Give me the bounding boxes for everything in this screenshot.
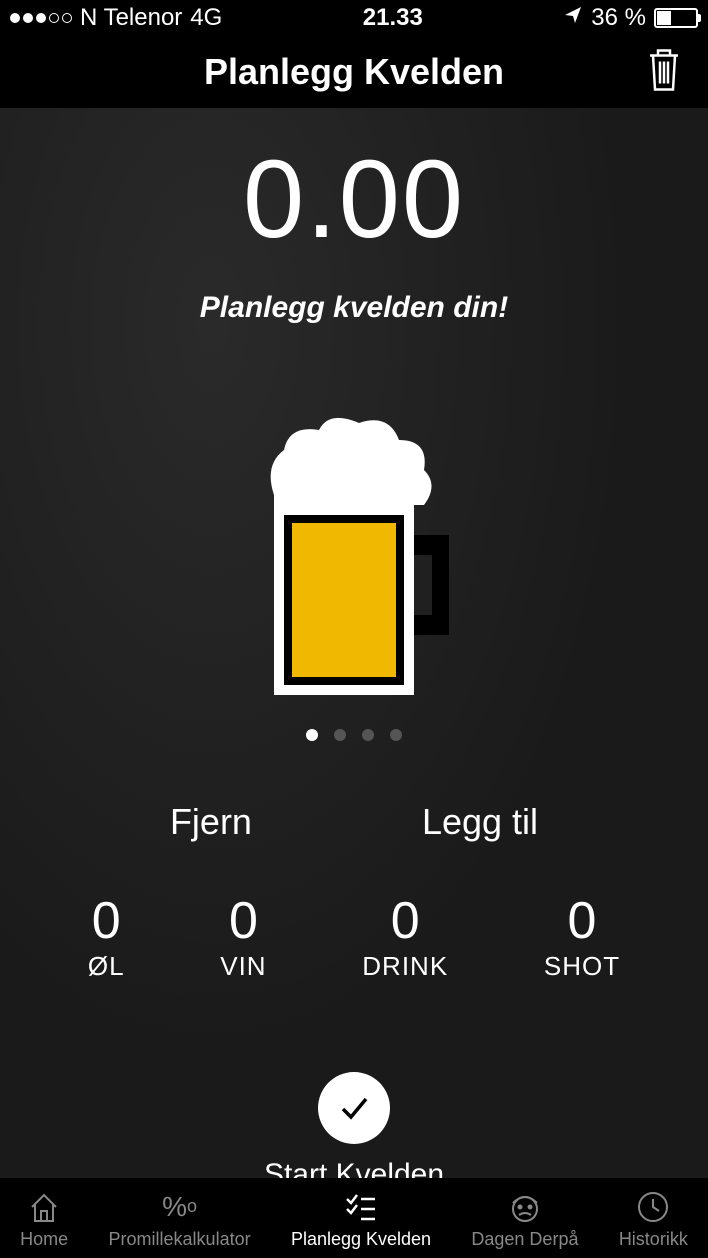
page-dot — [390, 729, 402, 741]
start-section: Start Kvelden — [0, 1072, 708, 1192]
counter-shot[interactable]: 0 SHOT — [544, 891, 620, 982]
page-dot — [334, 729, 346, 741]
counter-value: 0 — [362, 891, 448, 951]
status-bar: N Telenor 4G 21.33 36 % — [0, 0, 708, 36]
tab-home[interactable]: Home — [20, 1187, 68, 1250]
battery-icon — [654, 8, 698, 28]
promille-value: 0.00 — [0, 136, 708, 263]
tab-label: Dagen Derpå — [471, 1229, 578, 1250]
add-button[interactable]: Legg til — [422, 801, 538, 843]
counter-value: 0 — [220, 891, 266, 951]
page-title: Planlegg Kvelden — [204, 51, 504, 93]
home-icon — [26, 1187, 62, 1227]
trash-icon — [644, 46, 684, 94]
main-content: 0.00 Planlegg kvelden din! Fjern Legg ti… — [0, 108, 708, 1192]
remove-button[interactable]: Fjern — [170, 801, 252, 843]
network-label: 4G — [190, 4, 222, 32]
battery-pct: 36 % — [591, 4, 646, 32]
page-dot — [306, 729, 318, 741]
tab-bar: Home %o Promillekalkulator Planlegg Kvel… — [0, 1178, 708, 1258]
counter-label: VIN — [220, 951, 266, 982]
trash-button[interactable] — [644, 46, 684, 99]
promille-icon: %o — [162, 1187, 197, 1227]
counter-ol[interactable]: 0 ØL — [88, 891, 125, 982]
action-row: Fjern Legg til — [0, 801, 708, 843]
clock-icon — [635, 1187, 671, 1227]
tab-label: Home — [20, 1229, 68, 1250]
tab-label: Promillekalkulator — [109, 1229, 251, 1250]
status-right: 36 % — [563, 4, 698, 32]
tab-label: Planlegg Kvelden — [291, 1229, 431, 1250]
signal-strength-icon — [10, 13, 72, 23]
page-dot — [362, 729, 374, 741]
counter-label: DRINK — [362, 951, 448, 982]
tab-promille[interactable]: %o Promillekalkulator — [109, 1187, 251, 1250]
beer-icon — [244, 415, 464, 705]
status-left: N Telenor 4G — [10, 4, 222, 32]
location-icon — [563, 4, 583, 32]
check-icon — [333, 1087, 375, 1129]
header: Planlegg Kvelden — [0, 36, 708, 108]
drink-carousel[interactable] — [0, 415, 708, 705]
counters-row: 0 ØL 0 VIN 0 DRINK 0 SHOT — [0, 891, 708, 982]
tab-dagen[interactable]: Dagen Derpå — [471, 1187, 578, 1250]
page-indicator — [0, 729, 708, 741]
start-button[interactable] — [318, 1072, 390, 1144]
counter-vin[interactable]: 0 VIN — [220, 891, 266, 982]
counter-label: ØL — [88, 951, 125, 982]
face-icon — [507, 1187, 543, 1227]
subtitle: Planlegg kvelden din! — [0, 291, 708, 325]
clock-label: 21.33 — [363, 4, 423, 32]
carrier-label: N Telenor — [80, 4, 182, 32]
counter-value: 0 — [88, 891, 125, 951]
counter-value: 0 — [544, 891, 620, 951]
tab-historikk[interactable]: Historikk — [619, 1187, 688, 1250]
counter-drink[interactable]: 0 DRINK — [362, 891, 448, 982]
checklist-icon — [343, 1187, 379, 1227]
tab-planlegg[interactable]: Planlegg Kvelden — [291, 1187, 431, 1250]
tab-label: Historikk — [619, 1229, 688, 1250]
counter-label: SHOT — [544, 951, 620, 982]
